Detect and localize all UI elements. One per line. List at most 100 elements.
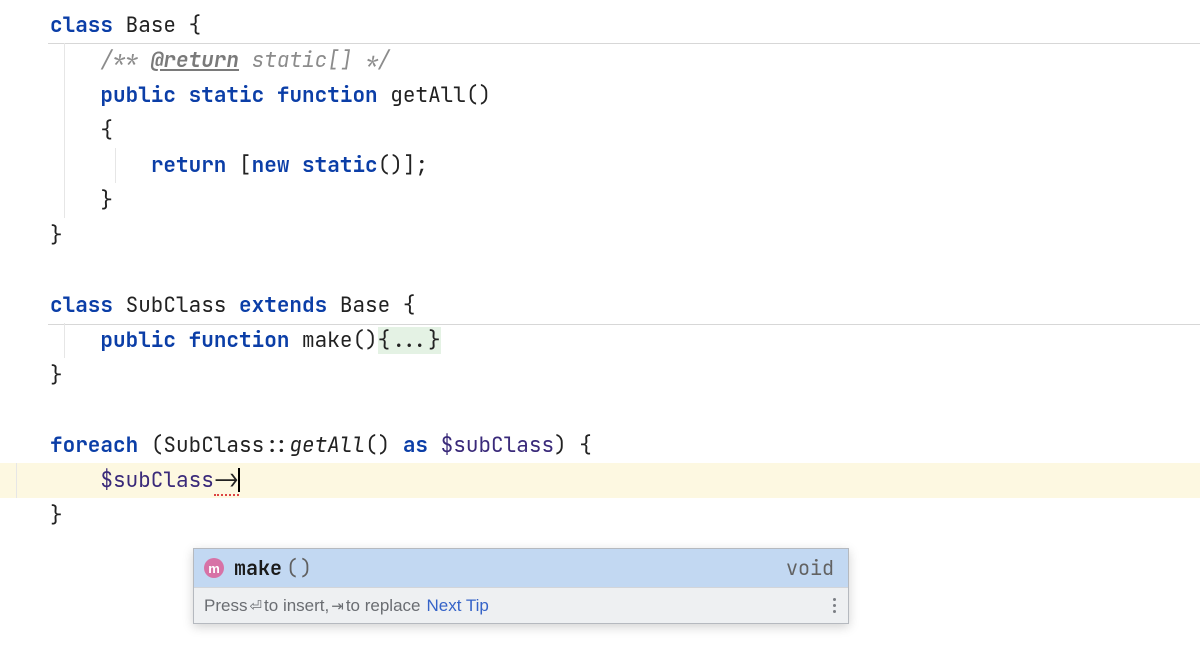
code-line[interactable]: class Base { bbox=[48, 0, 1200, 43]
code-line[interactable]: { bbox=[48, 113, 1200, 148]
folded-block[interactable]: {...} bbox=[378, 327, 441, 354]
indent-guide bbox=[64, 323, 65, 358]
text bbox=[113, 292, 126, 319]
code-line[interactable]: foreach (SubClass::getAll() as $subClass… bbox=[48, 428, 1200, 463]
completion-item-selected[interactable]: m make () void bbox=[194, 549, 848, 587]
code-line[interactable]: /** @return static[] */ bbox=[48, 43, 1200, 78]
text bbox=[50, 152, 151, 179]
keyword: return bbox=[151, 152, 227, 179]
tab-key-icon: ⇥ bbox=[331, 597, 344, 615]
text bbox=[176, 82, 189, 109]
code-line[interactable]: } bbox=[48, 218, 1200, 253]
hint-text: to insert, bbox=[264, 596, 329, 616]
code-line[interactable]: public function make(){...} bbox=[48, 323, 1200, 358]
parens: () bbox=[352, 327, 377, 354]
text bbox=[226, 292, 239, 319]
brace: { bbox=[390, 292, 415, 319]
brace: { bbox=[100, 117, 113, 144]
brace: } bbox=[50, 362, 63, 389]
completion-hint-bar: Press ⏎ to insert, ⇥ to replace Next Tip bbox=[194, 587, 848, 623]
keyword: static bbox=[302, 152, 378, 179]
doc-tag: @return bbox=[151, 47, 239, 74]
next-tip-link[interactable]: Next Tip bbox=[427, 596, 489, 616]
indent-guide bbox=[115, 148, 116, 183]
text bbox=[378, 82, 391, 109]
text bbox=[176, 327, 189, 354]
enter-key-icon: ⏎ bbox=[249, 597, 262, 615]
more-icon[interactable] bbox=[833, 598, 838, 613]
text: (SubClass:: bbox=[138, 432, 289, 459]
function-name: getAll bbox=[390, 82, 466, 109]
text bbox=[50, 117, 100, 144]
code-line-active[interactable]: $subClass-> bbox=[0, 463, 1200, 498]
text bbox=[50, 467, 100, 494]
editor-gutter bbox=[0, 0, 48, 664]
parens: () bbox=[365, 432, 390, 459]
text bbox=[390, 432, 403, 459]
keyword: as bbox=[403, 432, 428, 459]
code-line[interactable] bbox=[48, 253, 1200, 288]
code-editor[interactable]: class Base { /** @return static[] */ pub… bbox=[0, 0, 1200, 664]
indent-guide bbox=[16, 463, 17, 498]
keyword: class bbox=[50, 292, 113, 319]
variable: $subClass bbox=[441, 432, 554, 459]
class-name: Base bbox=[340, 292, 390, 319]
keyword: class bbox=[50, 12, 113, 39]
variable: $subClass bbox=[100, 467, 213, 494]
keyword: function bbox=[277, 82, 378, 109]
completion-parens: () bbox=[286, 555, 314, 581]
method-name: make bbox=[302, 327, 352, 354]
completion-return-type: void bbox=[786, 555, 834, 581]
text: ) { bbox=[554, 432, 592, 459]
indent-guide bbox=[64, 183, 65, 218]
brace: } bbox=[50, 502, 63, 529]
brace: { bbox=[176, 12, 201, 39]
completion-name: make bbox=[234, 555, 282, 581]
text bbox=[289, 327, 302, 354]
code-line[interactable]: return [new static()]; bbox=[48, 148, 1200, 183]
class-name: SubClass bbox=[126, 292, 227, 319]
text: [ bbox=[226, 152, 251, 179]
indent-guide bbox=[64, 113, 65, 148]
keyword: foreach bbox=[50, 432, 138, 459]
indent-guide bbox=[64, 43, 65, 78]
doc-rest: static[] */ bbox=[239, 47, 390, 74]
doc-open: /** bbox=[100, 47, 150, 74]
code-completion-popup[interactable]: m make () void Press ⏎ to insert, ⇥ to r… bbox=[193, 548, 849, 624]
code-line[interactable]: public static function getAll() bbox=[48, 78, 1200, 113]
code-line[interactable]: } bbox=[48, 358, 1200, 393]
indent-guide bbox=[64, 78, 65, 113]
static-call: getAll bbox=[289, 432, 365, 459]
brace: } bbox=[100, 187, 113, 214]
brace: } bbox=[50, 222, 63, 249]
code-line[interactable]: } bbox=[48, 183, 1200, 218]
text bbox=[50, 82, 100, 109]
code-line[interactable]: } bbox=[48, 498, 1200, 533]
code-area[interactable]: class Base { /** @return static[] */ pub… bbox=[48, 0, 1200, 533]
keyword: public bbox=[100, 82, 176, 109]
keyword: extends bbox=[239, 292, 327, 319]
keyword: new bbox=[252, 152, 290, 179]
text bbox=[113, 12, 126, 39]
hint-text: Press bbox=[204, 596, 247, 616]
icon-letter: m bbox=[208, 561, 220, 576]
keyword: static bbox=[189, 82, 265, 109]
text bbox=[50, 47, 100, 74]
keyword: public bbox=[100, 327, 176, 354]
arrow: -> bbox=[214, 467, 239, 496]
class-name: Base bbox=[126, 12, 176, 39]
code-line[interactable] bbox=[48, 393, 1200, 428]
text bbox=[289, 152, 302, 179]
text bbox=[50, 187, 100, 214]
text-caret bbox=[238, 468, 240, 492]
text bbox=[50, 327, 100, 354]
text: ()]; bbox=[378, 152, 428, 179]
parens: () bbox=[466, 82, 491, 109]
text bbox=[428, 432, 441, 459]
method-icon: m bbox=[204, 558, 224, 578]
hint-text: to replace bbox=[346, 596, 421, 616]
text bbox=[264, 82, 277, 109]
indent-guide bbox=[64, 148, 65, 183]
text bbox=[327, 292, 340, 319]
code-line[interactable]: class SubClass extends Base { bbox=[48, 288, 1200, 323]
